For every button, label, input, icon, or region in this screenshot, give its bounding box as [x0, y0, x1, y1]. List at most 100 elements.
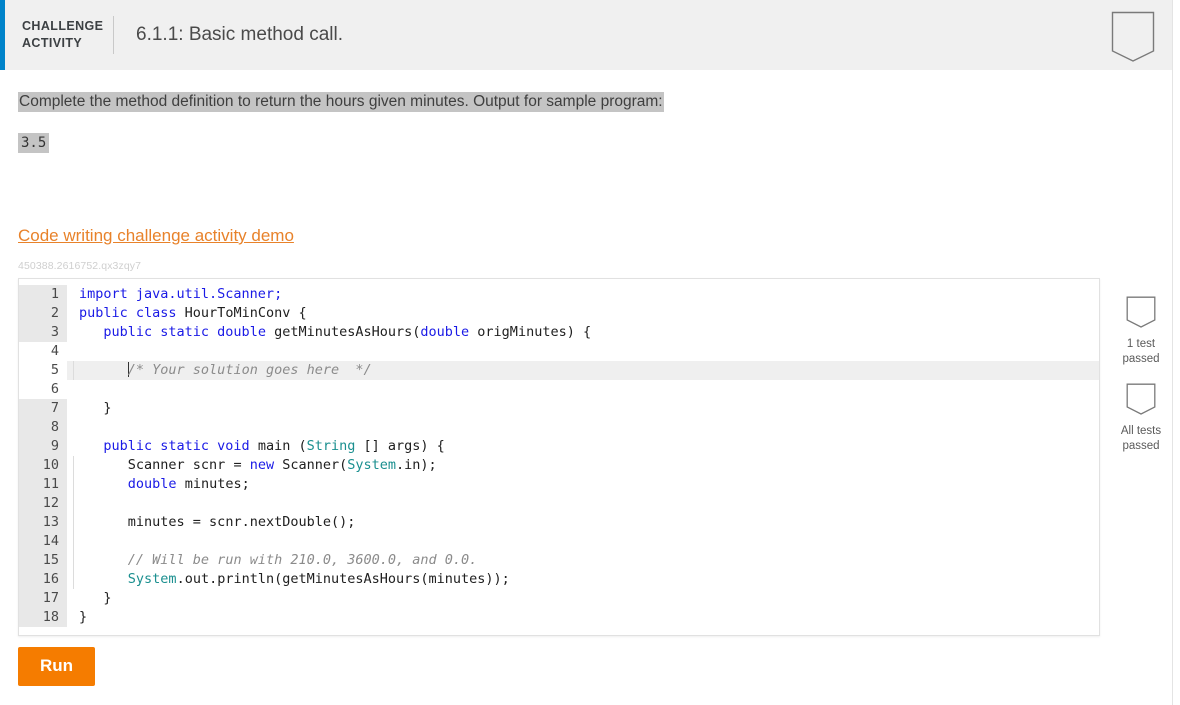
code-line: 16 System.out.println(getMinutesAsHours(… [19, 570, 1099, 589]
test-status-label: 1 test passed [1110, 337, 1172, 367]
code-token-operator: = [233, 457, 250, 473]
code-token-keyword: import java.util.Scanner; [79, 286, 283, 302]
code-token-plain: getMinutesAsHours( [265, 324, 421, 340]
code-content[interactable]: public static double getMinutesAsHours(d… [67, 323, 591, 342]
line-number: 2 [19, 304, 67, 323]
line-number: 12 [19, 494, 67, 513]
code-token-plain: .in); [396, 457, 437, 473]
line-number: 14 [19, 532, 67, 551]
code-line: 15 // Will be run with 210.0, 3600.0, an… [19, 551, 1099, 570]
code-token-keyword: public static void [103, 438, 250, 454]
activity-body: Complete the method definition to return… [0, 92, 1172, 686]
badge-line-1: CHALLENGE [22, 19, 104, 33]
sample-output: 3.5 [18, 133, 1172, 153]
line-number: 9 [19, 437, 67, 456]
line-number: 8 [19, 418, 67, 437]
code-line: 2 public class HourToMinConv { [19, 304, 1099, 323]
code-content[interactable]: Scanner scnr = new Scanner(System.in); [67, 456, 437, 475]
code-token-type: System [347, 457, 397, 473]
line-number: 16 [19, 570, 67, 589]
code-line: 7 } [19, 399, 1099, 418]
challenge-activity-badge: CHALLENGE ACTIVITY [5, 18, 113, 52]
code-line: 9 public static void main (String [] arg… [19, 437, 1099, 456]
code-line: 1 import java.util.Scanner; [19, 285, 1099, 304]
code-token-plain: Scanner( [274, 457, 348, 473]
line-number: 10 [19, 456, 67, 475]
activity-container: CHALLENGE ACTIVITY 6.1.1: Basic method c… [0, 0, 1173, 705]
code-token-comment: // Will be run with 210.0, 3600.0, and 0… [127, 552, 478, 568]
code-content[interactable]: } [67, 589, 112, 608]
line-number: 4 [19, 342, 67, 361]
code-token-keyword: public static double [103, 324, 266, 340]
shield-bookmark-icon[interactable] [1111, 11, 1155, 62]
code-editor[interactable]: 1 import java.util.Scanner; 2 public cla… [18, 278, 1100, 636]
code-content[interactable]: System.out.println(getMinutesAsHours(min… [67, 570, 510, 589]
line-number: 17 [19, 589, 67, 608]
code-token-plain: .out.println(getMinutesAsHours(minutes))… [176, 571, 510, 587]
line-number: 7 [19, 399, 67, 418]
badge-line-2: ACTIVITY [22, 36, 83, 50]
prompt-text: Complete the method definition to return… [18, 92, 1172, 112]
line-number: 6 [19, 380, 67, 399]
code-line: 8 [19, 418, 1099, 437]
line-number: 13 [19, 513, 67, 532]
test-status-label-line2: passed [1122, 353, 1160, 365]
sample-output-value: 3.5 [18, 133, 50, 153]
test-status-label-line1: 1 test [1126, 338, 1156, 350]
test-status-label-line1: All tests [1120, 425, 1162, 437]
code-content[interactable]: public class HourToMinConv { [67, 304, 307, 323]
code-content[interactable]: minutes = scnr.nextDouble(); [67, 513, 355, 532]
code-line: 17 } [19, 589, 1099, 608]
code-token-plain: origMinutes) { [469, 324, 592, 340]
code-content[interactable]: import java.util.Scanner; [67, 285, 282, 304]
indent-guide [73, 532, 74, 551]
code-token-type: System [127, 571, 177, 587]
code-line-active: 5 /* Your solution goes here */ [19, 361, 1099, 380]
indent-guide [73, 551, 74, 570]
run-button[interactable]: Run [18, 647, 96, 686]
code-line: 4 [19, 342, 1099, 361]
line-number: 1 [19, 285, 67, 304]
code-content[interactable]: public static void main (String [] args)… [67, 437, 445, 456]
code-token-plain: [] args) { [355, 438, 445, 454]
code-token-type: String [306, 438, 356, 454]
code-content[interactable]: double minutes; [67, 475, 250, 494]
code-line: 11 double minutes; [19, 475, 1099, 494]
indent-guide [73, 494, 74, 513]
code-line: 3 public static double getMinutesAsHours… [19, 323, 1099, 342]
line-number: 18 [19, 608, 67, 627]
indent-guide [73, 456, 74, 475]
shield-badge-icon [1110, 383, 1172, 420]
code-token-plain: Scanner scnr [127, 457, 234, 473]
shield-badge-icon [1110, 296, 1172, 333]
indent-guide [73, 513, 74, 532]
test-status-label: All tests passed [1110, 424, 1172, 454]
indent-guide [73, 361, 74, 380]
code-content[interactable]: } [67, 399, 111, 418]
code-token-plain: minutes = scnr.nextDouble(); [127, 514, 356, 530]
code-line: 14 [19, 532, 1099, 551]
test-status-item[interactable]: 1 test passed [1110, 296, 1172, 367]
code-line: 12 [19, 494, 1099, 513]
code-token-plain: main ( [249, 438, 307, 454]
line-number: 5 [19, 361, 67, 380]
code-line: 18 } [19, 608, 1099, 627]
indent-guide [73, 570, 74, 589]
indent-guide [73, 475, 74, 494]
code-token-keyword: double [127, 476, 177, 492]
code-content[interactable]: /* Your solution goes here */ [67, 361, 372, 380]
line-number: 15 [19, 551, 67, 570]
code-token-plain: HourToMinConv { [176, 305, 307, 321]
code-content[interactable]: // Will be run with 210.0, 3600.0, and 0… [67, 551, 477, 570]
code-token-plain: } [103, 590, 112, 606]
code-lines[interactable]: 1 import java.util.Scanner; 2 public cla… [19, 279, 1099, 627]
line-number: 3 [19, 323, 67, 342]
code-token-keyword: new [249, 457, 275, 473]
code-token-comment: /* Your solution goes here */ [127, 362, 372, 378]
test-status-item[interactable]: All tests passed [1110, 383, 1172, 454]
code-token-keyword: double [420, 324, 470, 340]
code-content[interactable]: } [67, 608, 87, 627]
code-token-keyword: public class [79, 305, 177, 321]
demo-link[interactable]: Code writing challenge activity demo [18, 226, 294, 246]
test-status-rail: 1 test passed All tests passed [1110, 296, 1172, 470]
